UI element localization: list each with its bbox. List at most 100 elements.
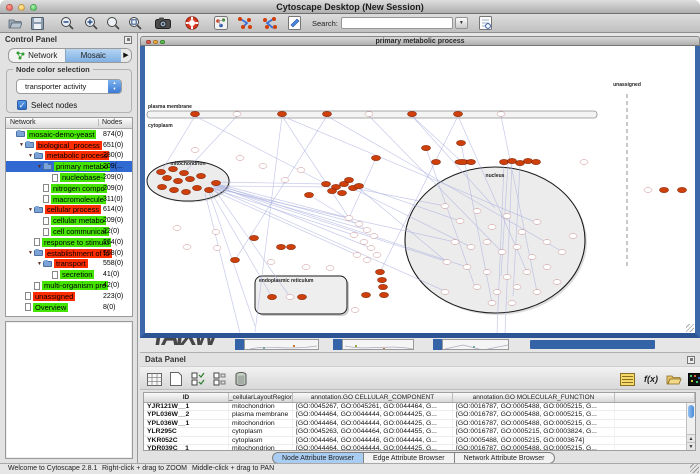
network-node[interactable] <box>513 245 521 250</box>
expand-triangle-icon[interactable]: ▼ <box>27 207 34 213</box>
table-row[interactable]: YJR121W__1mitochondrion[GO:0045267, GO:0… <box>144 403 695 411</box>
scroll-up-arrow[interactable]: ▲ <box>687 434 695 442</box>
delete-attribute-icon[interactable] <box>232 370 250 388</box>
network-node-selected[interactable] <box>157 169 166 174</box>
scroll-down-arrow[interactable]: ▼ <box>687 442 695 450</box>
tree-row[interactable]: nucleobase-209(0) <box>6 172 132 183</box>
open-file-icon[interactable] <box>7 15 23 31</box>
network-node[interactable] <box>297 168 305 173</box>
network-node[interactable] <box>236 156 244 161</box>
network-node-selected[interactable] <box>380 292 389 297</box>
network-node[interactable] <box>355 222 363 227</box>
annotation-icon[interactable] <box>286 15 302 31</box>
network-node-selected[interactable] <box>205 187 214 192</box>
zoom-fit-icon[interactable] <box>127 15 143 31</box>
network-edge[interactable] <box>211 188 354 235</box>
network-node-selected[interactable] <box>323 111 332 116</box>
network-node-selected[interactable] <box>278 111 287 116</box>
table-row[interactable]: YPL036W__1mitochondrion[GO:0044464, GO:0… <box>144 420 695 428</box>
network-node[interactable] <box>558 250 566 255</box>
network-node[interactable] <box>580 160 588 165</box>
float-panel-icon[interactable] <box>124 36 132 44</box>
network-node-selected[interactable] <box>467 159 476 164</box>
network-node-selected[interactable] <box>516 160 525 165</box>
attribute-list-icon[interactable] <box>618 370 636 388</box>
network-node-selected[interactable] <box>432 159 441 164</box>
network-node[interactable] <box>473 209 481 214</box>
network-node[interactable] <box>503 214 511 219</box>
tree-row[interactable]: cell communicat22(0) <box>6 226 132 237</box>
unselect-attributes-icon[interactable] <box>211 370 229 388</box>
network-edge[interactable] <box>205 193 240 333</box>
network-node-selected[interactable] <box>298 294 307 299</box>
enhanced-search-icon[interactable] <box>478 15 494 31</box>
network-node[interactable] <box>523 270 531 275</box>
network-node-selected[interactable] <box>524 158 533 163</box>
network-edge[interactable] <box>216 186 336 187</box>
network-node[interactable] <box>508 301 516 306</box>
network-node-selected[interactable] <box>174 178 183 183</box>
tab-scroll-arrow[interactable]: ▶ <box>121 49 131 62</box>
tree-row[interactable]: ▼transport558(0) <box>6 259 132 270</box>
network-node[interactable] <box>569 234 577 239</box>
node-color-dropdown[interactable]: transporter activity ▲▼ <box>16 79 122 94</box>
network-node-selected[interactable] <box>250 235 259 240</box>
tree-row[interactable]: unassigned223(0) <box>6 291 132 302</box>
network-node-selected[interactable] <box>180 170 189 175</box>
network-node[interactable] <box>553 280 561 285</box>
tree-row[interactable]: secretion41(0) <box>6 269 132 280</box>
network-node[interactable] <box>365 112 373 117</box>
tree-row[interactable]: ▼biological_process651(0) <box>6 140 132 151</box>
network-node[interactable] <box>326 266 334 271</box>
tree-row[interactable]: response to stimulu264(0) <box>6 237 132 248</box>
tree-row[interactable]: cellular metabo209(0) <box>6 215 132 226</box>
network-node[interactable] <box>451 240 459 245</box>
select-nodes-checkbox[interactable]: ✓ <box>17 100 27 110</box>
network-node-selected[interactable] <box>182 189 191 194</box>
network-node[interactable] <box>498 250 506 255</box>
network-frame-titlebar[interactable]: primary metabolic process <box>140 36 700 46</box>
search-input[interactable] <box>341 17 453 29</box>
network-node[interactable] <box>441 290 449 295</box>
network-node-selected[interactable] <box>231 257 240 262</box>
network-node[interactable] <box>281 178 289 183</box>
col-cellular-layout-region[interactable]: _cellularLayoutRegion <box>229 393 293 402</box>
network-node[interactable] <box>441 204 449 209</box>
table-row[interactable]: YKR052Ccytoplasm[GO:0044464, GO:0044446,… <box>144 437 695 445</box>
table-row[interactable]: YPL036W__2plasma membrane[GO:0044464, GO… <box>144 411 695 419</box>
network-node-selected[interactable] <box>277 244 286 249</box>
network-node[interactable] <box>367 246 375 251</box>
col-go-molecular-function[interactable]: annotation.GO MOLECULAR_FUNCTION <box>453 393 615 402</box>
table-row[interactable]: YLR295Ccytoplasm[GO:0045263, GO:0044464,… <box>144 428 695 436</box>
network-node[interactable] <box>497 112 505 117</box>
network-node[interactable] <box>456 219 464 224</box>
network-node[interactable] <box>483 240 491 245</box>
table-row[interactable]: YDR039C__1mitochondrion[GO:0044464, GO:0… <box>144 445 695 451</box>
attribute-matrix-icon[interactable] <box>686 370 700 388</box>
network-edge[interactable] <box>235 116 327 260</box>
attribute-table-icon[interactable] <box>145 370 163 388</box>
network-node[interactable] <box>488 301 496 306</box>
scrollbar-thumb[interactable] <box>688 405 694 418</box>
attribute-table-header[interactable]: ID _cellularLayoutRegion annotation.GO C… <box>144 393 695 403</box>
network-node[interactable] <box>353 253 361 258</box>
network-node[interactable] <box>644 188 652 193</box>
network-node[interactable] <box>233 112 241 117</box>
network-node[interactable] <box>212 230 220 235</box>
search-dropdown-arrow[interactable]: ▼ <box>455 17 468 29</box>
network-canvas[interactable]: plasma membranecytoplasmmitochondrionnuc… <box>145 46 695 333</box>
frame-resize-grip[interactable] <box>686 324 694 332</box>
network-node[interactable] <box>363 228 371 233</box>
network-edge[interactable] <box>282 116 349 218</box>
tree-row[interactable]: mosaic-demo-yeast874(0) <box>6 129 132 140</box>
network-node[interactable] <box>267 260 275 265</box>
zoom-in-icon[interactable] <box>83 15 99 31</box>
apply-layout-icon[interactable] <box>237 15 253 31</box>
network-tree-header[interactable]: Network Nodes <box>6 118 132 129</box>
network-node[interactable] <box>213 246 221 251</box>
network-node-selected[interactable] <box>454 111 463 116</box>
network-node-selected[interactable] <box>193 185 202 190</box>
expand-triangle-icon[interactable]: ▼ <box>36 164 43 170</box>
help-lifering-icon[interactable] <box>184 15 200 31</box>
network-node-selected[interactable] <box>660 187 669 192</box>
